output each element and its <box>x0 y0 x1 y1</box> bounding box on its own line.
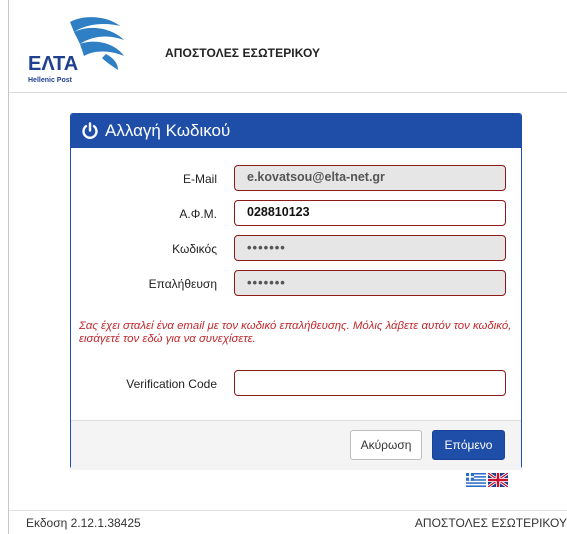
uk-flag-icon[interactable] <box>488 473 508 487</box>
panel-title: Αλλαγή Κωδικού <box>105 121 231 140</box>
header: ΕΛΤΑ Hellenic Post ΑΠΟΣΤΟΛΕΣ ΕΣΩΤΕΡΙΚΟΥ <box>0 0 567 92</box>
elta-logo: ΕΛΤΑ Hellenic Post <box>28 17 124 84</box>
svg-text:ΕΛΤΑ: ΕΛΤΑ <box>28 53 78 75</box>
version-label: Εκδοση 2.12.1.38425 <box>26 516 141 530</box>
panel-footer: Ακύρωση Επόμενο <box>71 420 521 470</box>
greek-flag-icon[interactable] <box>466 473 486 487</box>
email-field[interactable]: e.kovatsou@elta-net.gr <box>234 165 506 191</box>
email-label: E-Mail <box>182 172 217 186</box>
app-title: ΑΠΟΣΤΟΛΕΣ ΕΣΩΤΕΡΙΚΟΥ <box>165 46 321 60</box>
panel-heading: Αλλαγή Κωδικού <box>71 114 521 148</box>
afm-field[interactable]: 028810123 <box>234 200 506 226</box>
header-divider <box>9 92 567 93</box>
afm-label: Α.Φ.Μ. <box>179 207 217 221</box>
verification-code-input[interactable] <box>234 370 506 396</box>
confirm-password-field[interactable]: ••••••• <box>234 270 506 296</box>
password-label: Κωδικός <box>172 242 217 256</box>
password-field[interactable]: ••••••• <box>234 235 506 261</box>
footer-title: ΑΠΟΣΤΟΛΕΣ ΕΣΩΤΕΡΙΚΟΥ <box>414 516 567 530</box>
verification-notice: Σας έχει σταλεί ένα email με τον κωδικό … <box>79 320 512 345</box>
verification-code-label: Verification Code <box>126 377 217 391</box>
power-icon <box>82 122 98 140</box>
footer-divider <box>9 510 567 511</box>
cancel-button[interactable]: Ακύρωση <box>350 430 422 460</box>
confirm-password-label: Επαλήθευση <box>148 277 217 291</box>
svg-text:Hellenic Post: Hellenic Post <box>28 77 73 84</box>
next-button[interactable]: Επόμενο <box>432 430 505 460</box>
